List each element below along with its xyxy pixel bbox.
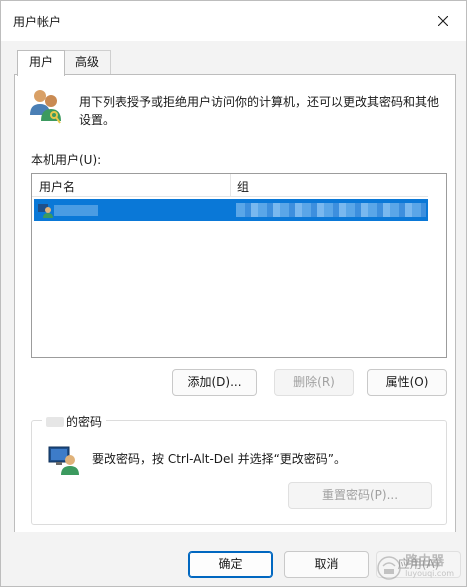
local-users-label: 本机用户(U):	[31, 153, 102, 167]
list-header: 用户名 组	[32, 174, 428, 197]
users-list[interactable]: 用户名 组	[31, 173, 447, 358]
user-accounts-dialog: 用户帐户 用户 高级 用下列表授予或拒绝用户访问你的计算机，还可以更改其密码和其…	[0, 0, 467, 587]
reset-password-button[interactable]: 重置密码(P)...	[288, 482, 432, 509]
column-separator	[230, 174, 231, 196]
add-button[interactable]: 添加(D)...	[172, 369, 257, 396]
router-logo-icon	[377, 556, 401, 580]
tab-advanced[interactable]: 高级	[63, 50, 111, 74]
password-group-title-text: 的密码	[66, 415, 103, 429]
intro-text: 用下列表授予或拒绝用户访问你的计算机，还可以更改其密码和其他设置。	[79, 95, 440, 127]
dialog-footer: 确定 取消 应用(A) 路由器 luyouqi.com	[1, 532, 466, 586]
group-redacted	[236, 203, 426, 217]
list-item-selected[interactable]	[34, 199, 428, 221]
watermark-text: 路由器	[405, 554, 445, 569]
password-group-title: 的密码	[42, 413, 107, 430]
close-button[interactable]	[420, 1, 466, 41]
column-group[interactable]: 组	[237, 178, 249, 195]
cancel-button[interactable]: 取消	[284, 551, 369, 578]
title-bar: 用户帐户	[1, 1, 466, 41]
tab-users[interactable]: 用户	[17, 50, 65, 76]
password-instructions: 要改密码，按 Ctrl-Alt-Del 并选择“更改密码”。	[92, 452, 347, 466]
users-tab-panel: 用下列表授予或拒绝用户访问你的计算机，还可以更改其密码和其他设置。 本机用户(U…	[14, 74, 456, 534]
username-redacted	[54, 205, 98, 216]
column-username[interactable]: 用户名	[39, 178, 75, 195]
users-icon	[29, 87, 63, 128]
computer-user-icon	[48, 443, 80, 478]
watermark-subtext: luyouqi.com	[405, 569, 454, 578]
close-icon	[438, 16, 448, 26]
window-title: 用户帐户	[13, 15, 62, 29]
password-group: 的密码 要改密码，按 Ctrl-Alt-Del 并选择“更改密码”。 重置密码(…	[31, 413, 447, 525]
watermark: 路由器 luyouqi.com	[377, 554, 454, 580]
ok-button[interactable]: 确定	[188, 551, 273, 578]
redacted-username	[46, 416, 64, 427]
properties-button[interactable]: 属性(O)	[367, 369, 447, 396]
user-icon	[38, 204, 53, 218]
remove-button[interactable]: 删除(R)	[274, 369, 354, 396]
